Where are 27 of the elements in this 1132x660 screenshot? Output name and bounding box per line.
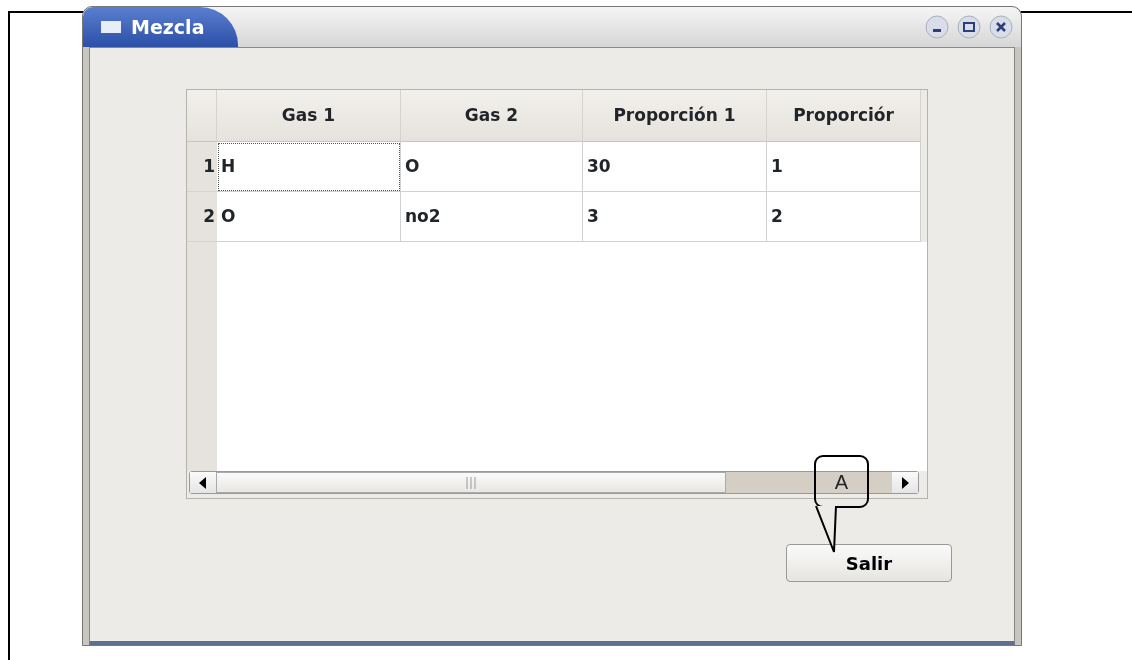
window-icon xyxy=(101,21,121,33)
table-cell[interactable]: O xyxy=(217,192,401,242)
close-icon[interactable] xyxy=(989,15,1013,39)
table-cell[interactable]: no2 xyxy=(401,192,583,242)
row-header[interactable]: 1 xyxy=(187,142,217,192)
left-arrow-icon[interactable] xyxy=(199,476,207,489)
column-header[interactable]: Proporción 1 xyxy=(583,90,767,142)
column-header[interactable]: Gas 2 xyxy=(401,90,583,142)
row-header[interactable]: 2 xyxy=(187,192,217,242)
table-cell[interactable]: 1 xyxy=(767,142,921,192)
window-title: Mezcla xyxy=(131,14,205,40)
column-header[interactable]: Proporciór xyxy=(767,90,921,142)
minimize-icon[interactable] xyxy=(925,15,949,39)
right-arrow-icon[interactable] xyxy=(901,476,909,489)
table-cell[interactable]: 30 xyxy=(583,142,767,192)
table-cell[interactable]: O xyxy=(401,142,583,192)
callout: A xyxy=(814,455,869,554)
table-cell[interactable]: H xyxy=(217,142,401,192)
callout-pointer xyxy=(814,506,838,554)
scrollbar-thumb[interactable] xyxy=(216,472,726,493)
column-header[interactable]: Gas 1 xyxy=(217,90,401,142)
horizontal-scrollbar[interactable] xyxy=(189,471,919,494)
exit-button[interactable]: Salir xyxy=(786,544,952,582)
corner-header xyxy=(187,90,217,142)
maximize-icon[interactable] xyxy=(957,15,981,39)
table-cell[interactable]: 2 xyxy=(767,192,921,242)
table-cell[interactable]: 3 xyxy=(583,192,767,242)
